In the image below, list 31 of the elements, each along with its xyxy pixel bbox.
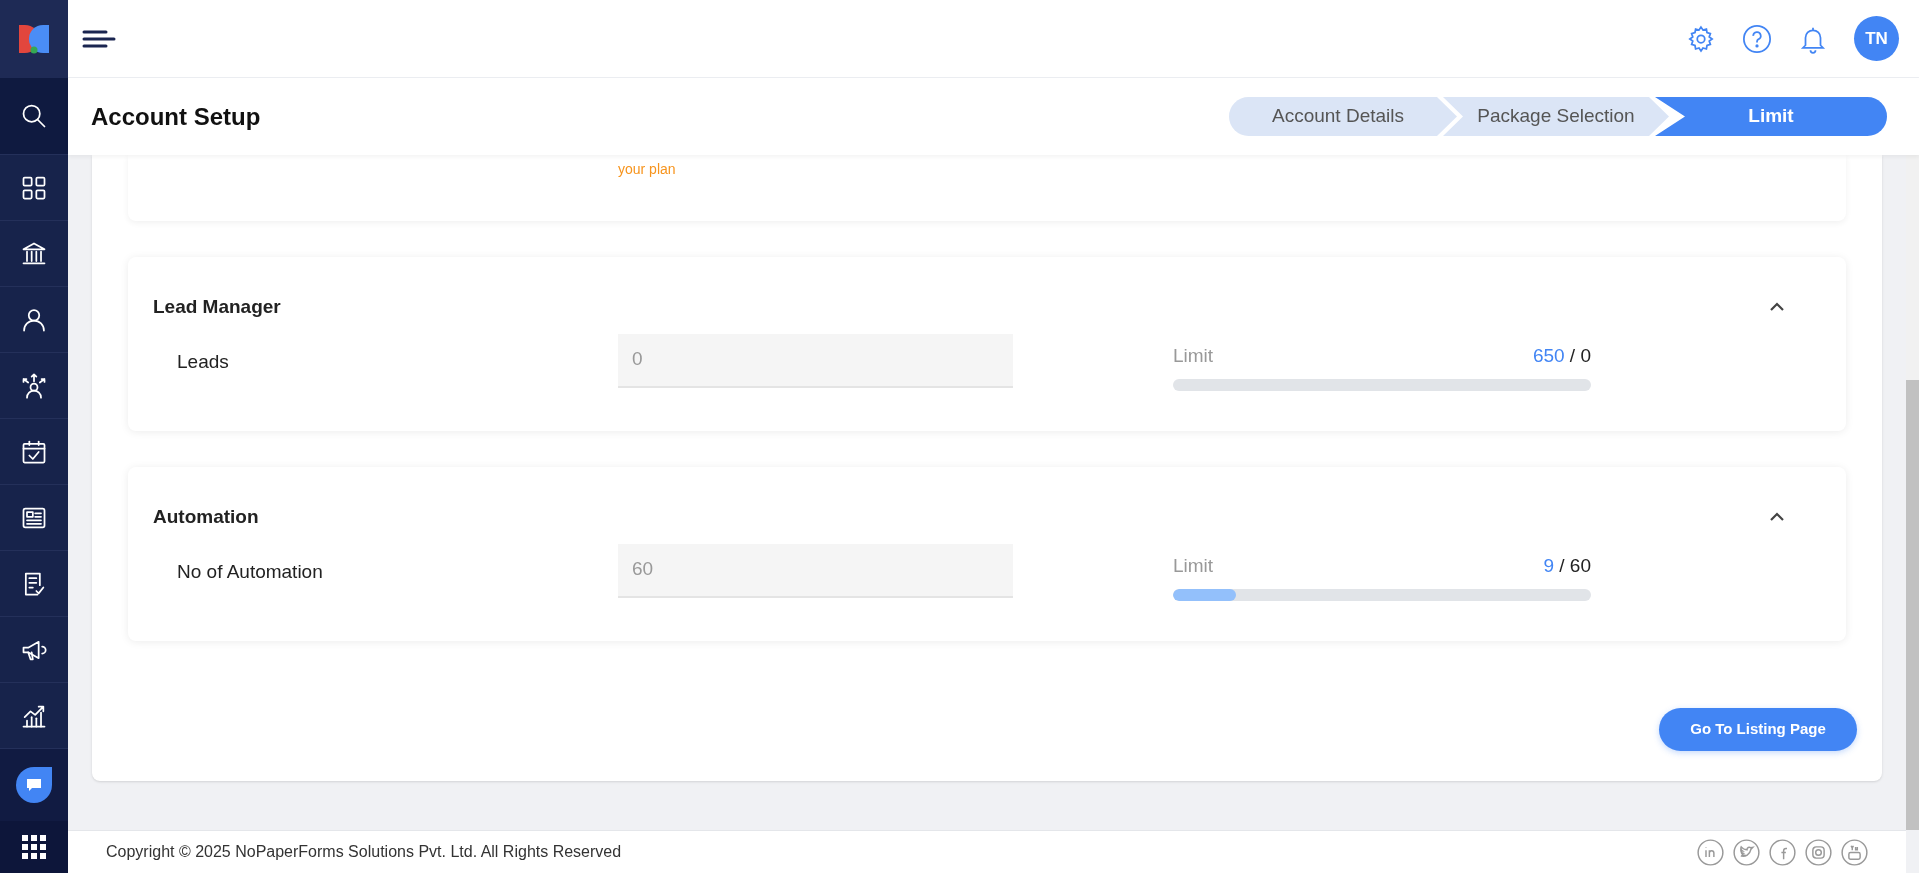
help-icon[interactable] [1742,23,1772,54]
field-label: No of Automation [176,559,324,584]
youtube-icon[interactable] [1841,838,1868,866]
go-to-listing-button[interactable]: Go To Listing Page [1659,708,1857,751]
apps-grid-icon[interactable] [22,835,46,859]
twitter-icon[interactable] [1733,838,1760,866]
step-tab[interactable]: Account Details [1229,97,1457,136]
menu-icon[interactable] [82,29,116,48]
instagram-icon[interactable] [1805,838,1832,866]
search-icon[interactable] [20,102,48,130]
chat-icon[interactable] [16,767,52,803]
step-tab[interactable]: Limit [1655,97,1887,136]
limit-count: 9 / 60 [1543,553,1591,578]
step-tab[interactable]: Package Selection [1443,97,1669,136]
user-avatar[interactable]: TN [1854,16,1899,61]
plan-note: your plan [618,161,676,177]
logo-icon[interactable] [17,23,51,55]
page-title: Account Setup [91,101,261,132]
facebook-icon[interactable] [1769,838,1796,866]
linkedin-icon[interactable] [1697,838,1724,866]
input-field[interactable]: 0 [618,333,1013,388]
limit-count: 650 / 0 [1532,343,1591,368]
settings-icon[interactable] [1686,23,1716,54]
copyright-text: Copyright © 2025 NoPaperForms Solutions Pvt. Ltd. All Rights Reserved [106,842,622,862]
user-arrows-icon[interactable] [20,371,48,400]
input-field[interactable]: 60 [618,543,1013,598]
field-label: Leads [176,349,230,374]
section-title: Lead Manager [153,295,281,319]
section-title: Automation [153,505,259,529]
limit-label: Limit [1173,343,1214,368]
limit-label: Limit [1173,553,1214,578]
